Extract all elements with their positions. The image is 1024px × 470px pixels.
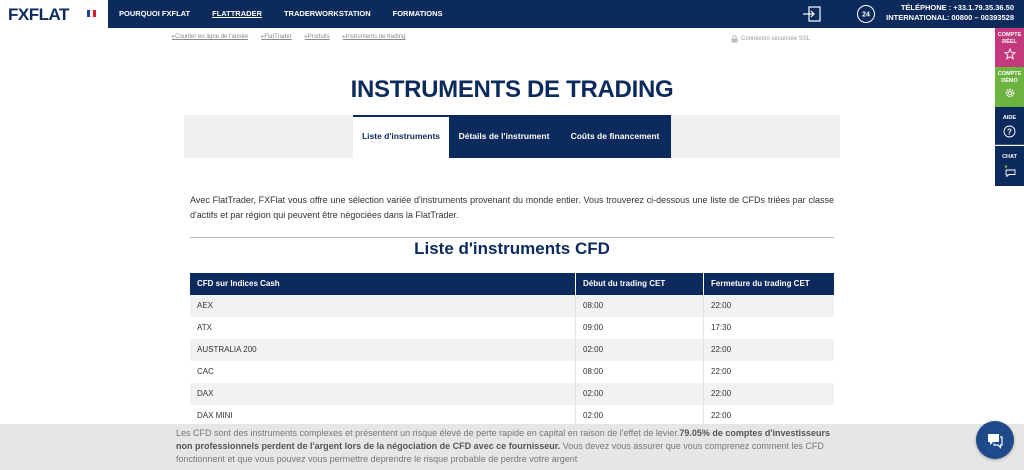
risk-warning-bar: Les CFD sont des instruments complexes e… bbox=[0, 424, 1024, 470]
risk-warning-text: Les CFD sont des instruments complexes e… bbox=[176, 427, 836, 466]
ssl-text: Connexion sécurisée SSL bbox=[741, 36, 811, 42]
nav-flattrader[interactable]: FLATTRADER bbox=[201, 0, 273, 28]
top-navigation-bar: FXFLAT POURQUOI FXFLAT FLATTRADER TRADER… bbox=[0, 0, 1024, 28]
start-time-cell: 09:00 bbox=[576, 317, 704, 339]
nav-formations[interactable]: FORMATIONS bbox=[382, 0, 454, 28]
page-title: INSTRUMENTS DE TRADING bbox=[350, 76, 674, 103]
phone-line-2[interactable]: INTERNATIONAL: 00800 – 00393528 bbox=[886, 13, 1014, 23]
phone-numbers: TÉLÉPHONE : +33.1.79.35.36.50 INTERNATIO… bbox=[886, 3, 1014, 23]
logo-area: FXFLAT bbox=[0, 0, 108, 28]
nav-pourquoi-fxflat[interactable]: POURQUOI FXFLAT bbox=[108, 0, 201, 28]
nav-traderworkstation[interactable]: TRADERWORKSTATION bbox=[273, 0, 382, 28]
tabs-bar: Liste d'instruments Détails de l'instrum… bbox=[184, 115, 840, 158]
compte-demo-button[interactable]: COMPTE DÉMO bbox=[995, 67, 1024, 107]
start-time-cell: 08:00 bbox=[576, 295, 704, 317]
close-time-cell: 22:00 bbox=[711, 345, 732, 354]
breadcrumb-item[interactable]: FlatTrader bbox=[261, 33, 291, 40]
phone-badge-text: 24 bbox=[862, 12, 870, 19]
breadcrumb: Courtier en ligne de l'année FlatTrader … bbox=[172, 33, 418, 40]
table-row: AUSTRALIA 200 02:00 22:00 bbox=[190, 339, 834, 361]
start-time-cell: 08:00 bbox=[576, 361, 704, 383]
tab-couts-financement[interactable]: Coûts de financement bbox=[559, 115, 671, 158]
aide-label: AIDE bbox=[1002, 115, 1017, 121]
french-flag-icon[interactable] bbox=[87, 10, 96, 17]
gear-icon bbox=[1005, 88, 1014, 98]
risk-warning-part1: Les CFD sont des instruments complexes e… bbox=[176, 428, 680, 438]
table-row: AEX 08:00 22:00 bbox=[190, 295, 834, 317]
instrument-cell: DAX bbox=[190, 383, 576, 405]
instrument-cell: CAC bbox=[190, 361, 576, 383]
tab-liste-instruments[interactable]: Liste d'instruments bbox=[353, 115, 449, 158]
instrument-cell: ATX bbox=[190, 317, 576, 339]
close-time-cell: 17:30 bbox=[711, 323, 732, 332]
breadcrumb-item[interactable]: Courtier en ligne de l'année bbox=[172, 33, 248, 40]
table-row: CAC 08:00 22:00 bbox=[190, 361, 834, 383]
start-time-cell: 02:00 bbox=[576, 339, 704, 361]
column-header-start: Début du trading CET bbox=[576, 273, 704, 295]
close-time-cell: 22:00 bbox=[711, 301, 732, 310]
table-body: AEX 08:00 22:00 ATX 09:00 17:30 AUSTRALI… bbox=[190, 295, 834, 427]
breadcrumb-item[interactable]: Produits bbox=[305, 33, 330, 40]
instrument-cell: AUSTRALIA 200 bbox=[190, 339, 576, 361]
table-row: DAX 02:00 22:00 bbox=[190, 383, 834, 405]
fxflat-logo[interactable]: FXFLAT bbox=[8, 5, 69, 25]
start-time-cell: 02:00 bbox=[576, 383, 704, 405]
compte-demo-line2: DÉMO bbox=[1001, 77, 1018, 84]
floating-chat-button[interactable] bbox=[976, 421, 1014, 459]
close-time-cell: 22:00 bbox=[711, 389, 732, 398]
question-icon: ? bbox=[1003, 125, 1016, 137]
phone-24-icon: 24 bbox=[857, 5, 875, 23]
section-title: Liste d'instruments CFD bbox=[414, 239, 610, 258]
column-header-instrument: CFD sur Indices Cash bbox=[190, 273, 576, 295]
login-icon[interactable] bbox=[803, 6, 821, 22]
column-header-close: Fermeture du trading CET bbox=[711, 279, 810, 288]
phone-line-1[interactable]: TÉLÉPHONE : +33.1.79.35.36.50 bbox=[886, 3, 1014, 13]
table-row: ATX 09:00 17:30 bbox=[190, 317, 834, 339]
compte-reel-button[interactable]: COMPTE RÉEL bbox=[995, 28, 1024, 67]
chat-bubble-icon bbox=[988, 434, 1003, 449]
svg-text:?: ? bbox=[1007, 127, 1012, 136]
chat-label: CHAT bbox=[1002, 154, 1017, 160]
chat-button[interactable]: CHAT bbox=[995, 146, 1024, 186]
compte-reel-line2: RÉEL bbox=[1002, 38, 1017, 45]
instrument-cell: AEX bbox=[190, 295, 576, 317]
aide-button[interactable]: AIDE ? bbox=[995, 107, 1024, 145]
lock-icon bbox=[731, 35, 738, 43]
main-nav: POURQUOI FXFLAT FLATTRADER TRADERWORKSTA… bbox=[108, 0, 454, 28]
close-time-cell: 22:00 bbox=[711, 367, 732, 376]
compte-demo-line1: COMPTE bbox=[997, 71, 1022, 77]
section-divider bbox=[190, 237, 834, 238]
star-icon bbox=[1003, 48, 1016, 60]
table-header: CFD sur Indices Cash Début du trading CE… bbox=[190, 273, 834, 295]
breadcrumb-item[interactable]: Instruments de trading bbox=[343, 33, 406, 40]
compte-reel-line1: COMPTE bbox=[997, 32, 1022, 38]
instruments-table: CFD sur Indices Cash Début du trading CE… bbox=[190, 273, 834, 427]
chat-icon bbox=[1004, 164, 1015, 178]
tab-details-instrument[interactable]: Détails de l'instrument bbox=[449, 115, 559, 158]
ssl-notice: Connexion sécurisée SSL bbox=[731, 35, 810, 43]
intro-paragraph: Avec FlatTrader, FXFlat vous offre une s… bbox=[190, 195, 834, 220]
